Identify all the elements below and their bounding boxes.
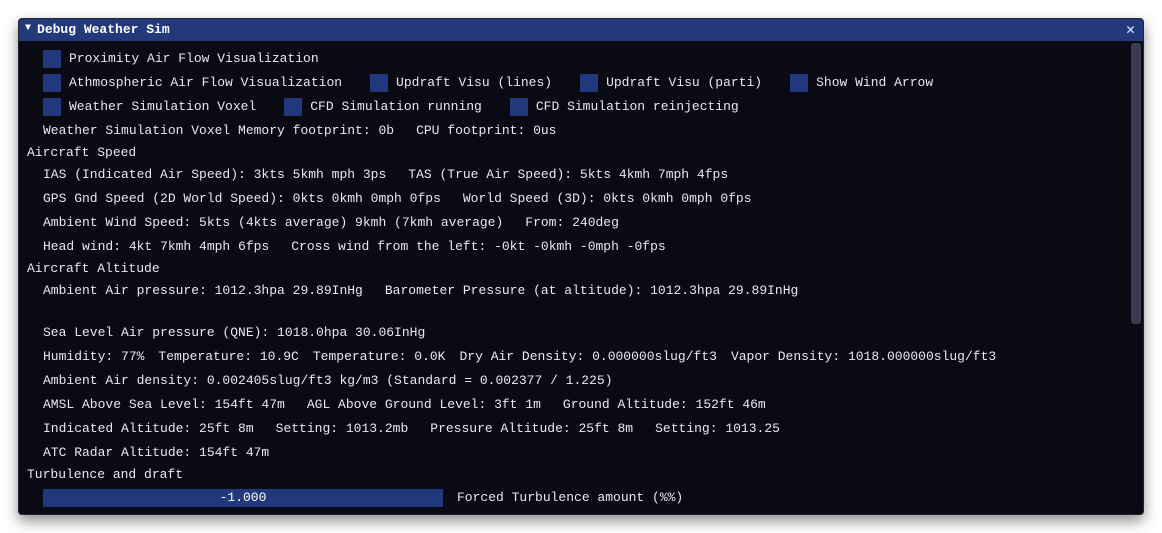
cross-wind: Cross wind from the left: -0kt -0kmh -0m… [291,237,665,257]
atc-radar-altitude: ATC Radar Altitude: 154ft 47m [25,441,1123,465]
checkbox-label: Weather Simulation Voxel [69,97,256,117]
checkbox-cfd-running[interactable] [284,98,302,116]
window-titlebar[interactable]: ▼ Debug Weather Sim ✕ [19,19,1143,41]
ambient-air-density: Ambient Air density: 0.002405slug/ft3 kg… [25,369,1123,393]
vapor-density: Vapor Density: 1018.000000slug/ft3 [731,347,996,367]
cpu-footprint: CPU footprint: 0us [416,121,556,141]
checkbox-label: CFD Simulation running [310,97,482,117]
section-heading-speed: Aircraft Speed [25,143,1123,163]
agl: AGL Above Ground Level: 3ft 1m [307,395,541,415]
ambient-wind-speed: Ambient Wind Speed: 5kts (4kts average) … [43,213,503,233]
forced-turbulence-label: Forced Turbulence amount (%%) [457,488,683,508]
checkbox-label: Athmospheric Air Flow Visualization [69,73,342,93]
checkbox-label: Updraft Visu (lines) [396,73,552,93]
sea-level-pressure-qne: Sea Level Air pressure (QNE): 1018.0hpa … [43,323,425,343]
window-title: Debug Weather Sim [37,20,170,40]
dry-air-density: Dry Air Density: 0.000000slug/ft3 [459,347,716,367]
checkbox-label: CFD Simulation reinjecting [536,97,739,117]
forced-turbulence-value: -1.000 [43,489,443,507]
section-heading-turbulence: Turbulence and draft [25,465,1123,485]
checkbox-atmospheric-airflow[interactable] [43,74,61,92]
checkbox-label: Proximity Air Flow Visualization [69,49,319,69]
section-heading-altitude: Aircraft Altitude [25,259,1123,279]
temperature-c: Temperature: 10.9C [158,347,298,367]
debug-weather-sim-window: ▼ Debug Weather Sim ✕ Proximity Air Flow… [18,18,1144,515]
panel-content: Proximity Air Flow Visualization Athmosp… [19,41,1129,514]
checkbox-show-wind-arrow[interactable] [790,74,808,92]
checkbox-updraft-parti[interactable] [580,74,598,92]
checkbox-label: Show Wind Arrow [816,73,933,93]
collapse-triangle-icon[interactable]: ▼ [25,19,31,39]
amsl: AMSL Above Sea Level: 154ft 47m [43,395,285,415]
checkbox-cfd-reinjecting[interactable] [510,98,528,116]
checkbox-updraft-lines[interactable] [370,74,388,92]
tas-value: TAS (True Air Speed): 5kts 4kmh 7mph 4fp… [408,165,728,185]
humidity: Humidity: 77% [43,347,144,367]
checkbox-label: Updraft Visu (parti) [606,73,762,93]
gps-gnd-speed: GPS Gnd Speed (2D World Speed): 0kts 0km… [43,189,441,209]
ias-value: IAS (Indicated Air Speed): 3kts 5kmh mph… [43,165,386,185]
temperature-k: Temperature: 0.0K [313,347,446,367]
scrollbar-thumb[interactable] [1131,43,1141,324]
world-speed-3d: World Speed (3D): 0kts 0kmh 0mph 0fps [463,189,752,209]
forced-turbulence-slider[interactable]: -1.000 [43,489,443,507]
vertical-scrollbar[interactable] [1129,41,1143,514]
close-icon[interactable]: ✕ [1124,23,1137,38]
indicated-altitude: Indicated Altitude: 25ft 8m [43,419,254,439]
ambient-air-pressure: Ambient Air pressure: 1012.3hpa 29.89InH… [43,281,363,301]
wind-from: From: 240deg [525,213,619,233]
barometer-pressure: Barometer Pressure (at altitude): 1012.3… [385,281,798,301]
head-wind: Head wind: 4kt 7kmh 4mph 6fps [43,237,269,257]
altimeter-setting-mb: Setting: 1013.2mb [276,419,409,439]
turbulence-assistance: Turbulence Assistance : LOW [25,511,1123,514]
altimeter-setting: Setting: 1013.25 [655,419,780,439]
checkbox-weather-sim-voxel[interactable] [43,98,61,116]
voxel-memory-footprint: Weather Simulation Voxel Memory footprin… [43,121,394,141]
pressure-altitude: Pressure Altitude: 25ft 8m [430,419,633,439]
checkbox-proximity-airflow[interactable] [43,50,61,68]
ground-altitude: Ground Altitude: 152ft 46m [563,395,766,415]
